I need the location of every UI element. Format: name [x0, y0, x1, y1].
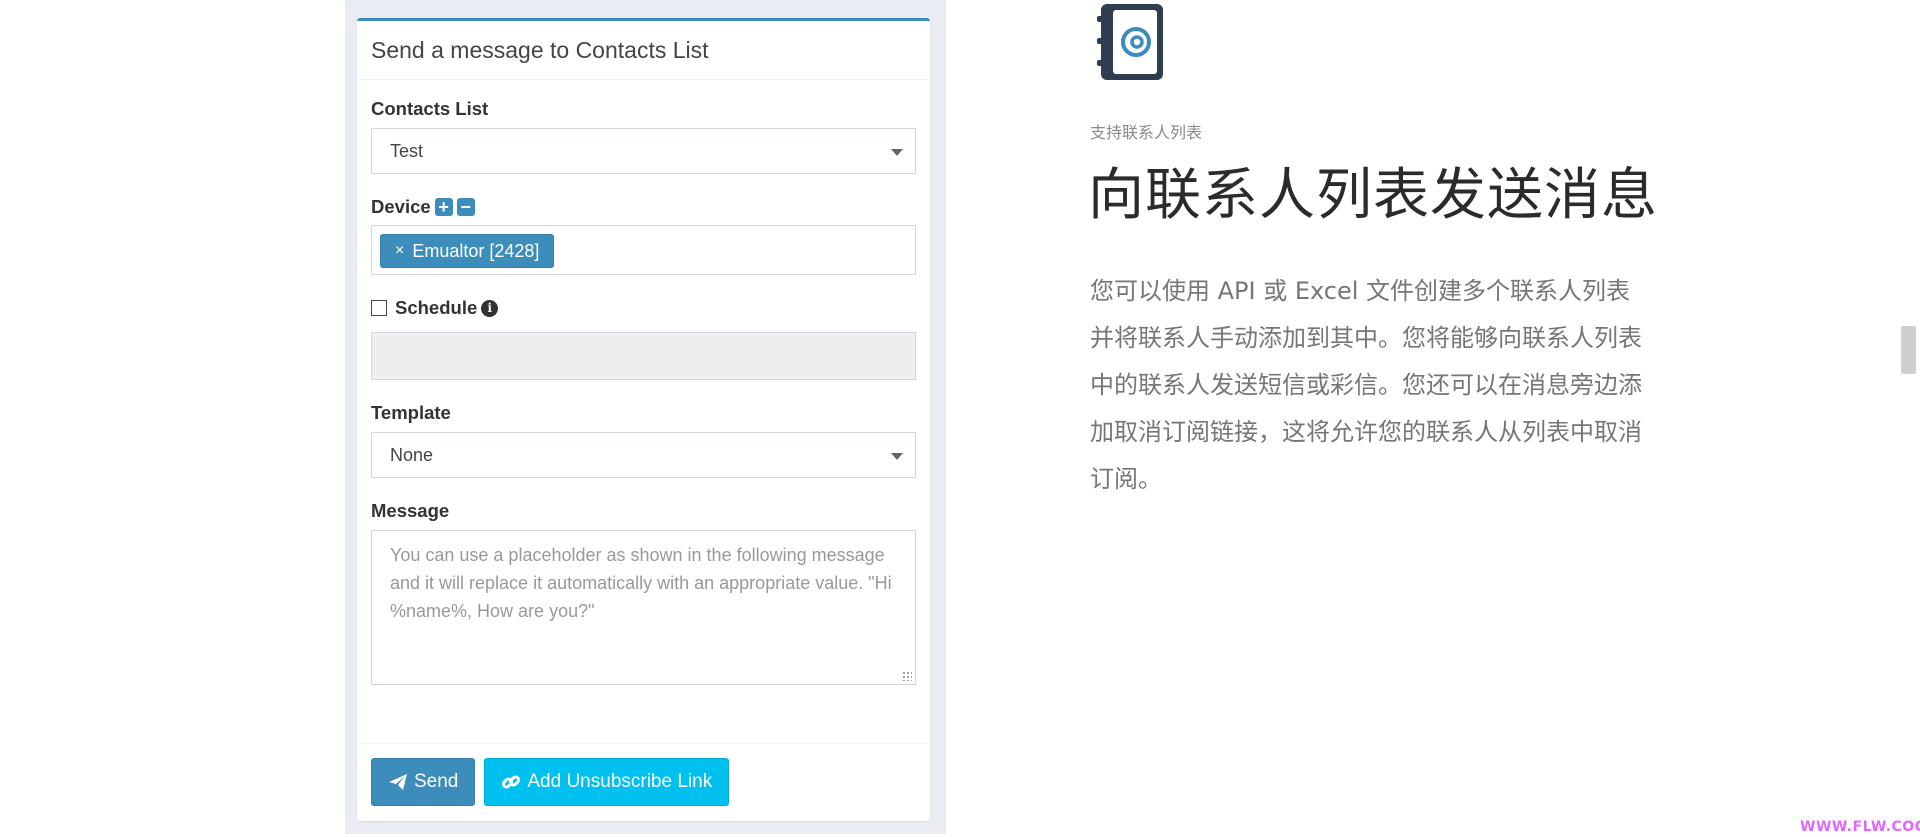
panel-title: Send a message to Contacts List	[357, 21, 930, 80]
feature-description: 您可以使用 API 或 Excel 文件创建多个联系人列表并将联系人手动添加到其…	[1090, 277, 1642, 493]
device-multiselect[interactable]: × Emualtor [2428]	[371, 225, 916, 275]
device-label: Device + −	[371, 196, 916, 218]
send-message-panel: Send a message to Contacts List Contacts…	[357, 18, 930, 821]
contacts-list-label: Contacts List	[371, 98, 489, 119]
message-label: Message	[371, 500, 450, 521]
device-tag: × Emualtor [2428]	[380, 234, 555, 268]
chevron-down-icon	[891, 149, 903, 156]
panel-footer: Send Add Unsubscribe Link	[357, 743, 930, 821]
template-select[interactable]: None	[371, 432, 916, 478]
feature-headline: 向联系人列表发送消息	[1088, 163, 1658, 228]
message-placeholder: You can use a placeholder as shown in th…	[390, 545, 892, 621]
schedule-datetime-input	[371, 332, 916, 380]
info-circle-icon[interactable]: i	[481, 299, 499, 317]
contacts-list-select[interactable]: Test	[371, 128, 916, 174]
schedule-checkbox[interactable]	[371, 300, 387, 316]
template-label: Template	[371, 402, 451, 423]
paper-plane-icon	[389, 774, 407, 790]
tag-remove-icon[interactable]: ×	[395, 242, 404, 260]
message-textarea[interactable]: You can use a placeholder as shown in th…	[371, 530, 916, 685]
address-book-at-icon	[1097, 4, 1163, 80]
feature-eyebrow: 支持联系人列表	[1090, 123, 1203, 142]
add-unsubscribe-link-button[interactable]: Add Unsubscribe Link	[484, 758, 730, 806]
link-icon	[502, 775, 521, 789]
schedule-row: Schedule i	[371, 297, 916, 319]
chevron-down-icon	[891, 453, 903, 460]
plus-square-icon[interactable]: +	[434, 198, 453, 216]
send-button[interactable]: Send	[371, 758, 476, 806]
scrollbar-thumb[interactable]	[1901, 326, 1916, 374]
watermark: WWW.FLW.COOL	[1800, 819, 1920, 835]
resize-grip-icon[interactable]	[902, 671, 912, 681]
minus-square-icon[interactable]: −	[456, 198, 475, 216]
scrollbar-track[interactable]	[1901, 0, 1920, 837]
